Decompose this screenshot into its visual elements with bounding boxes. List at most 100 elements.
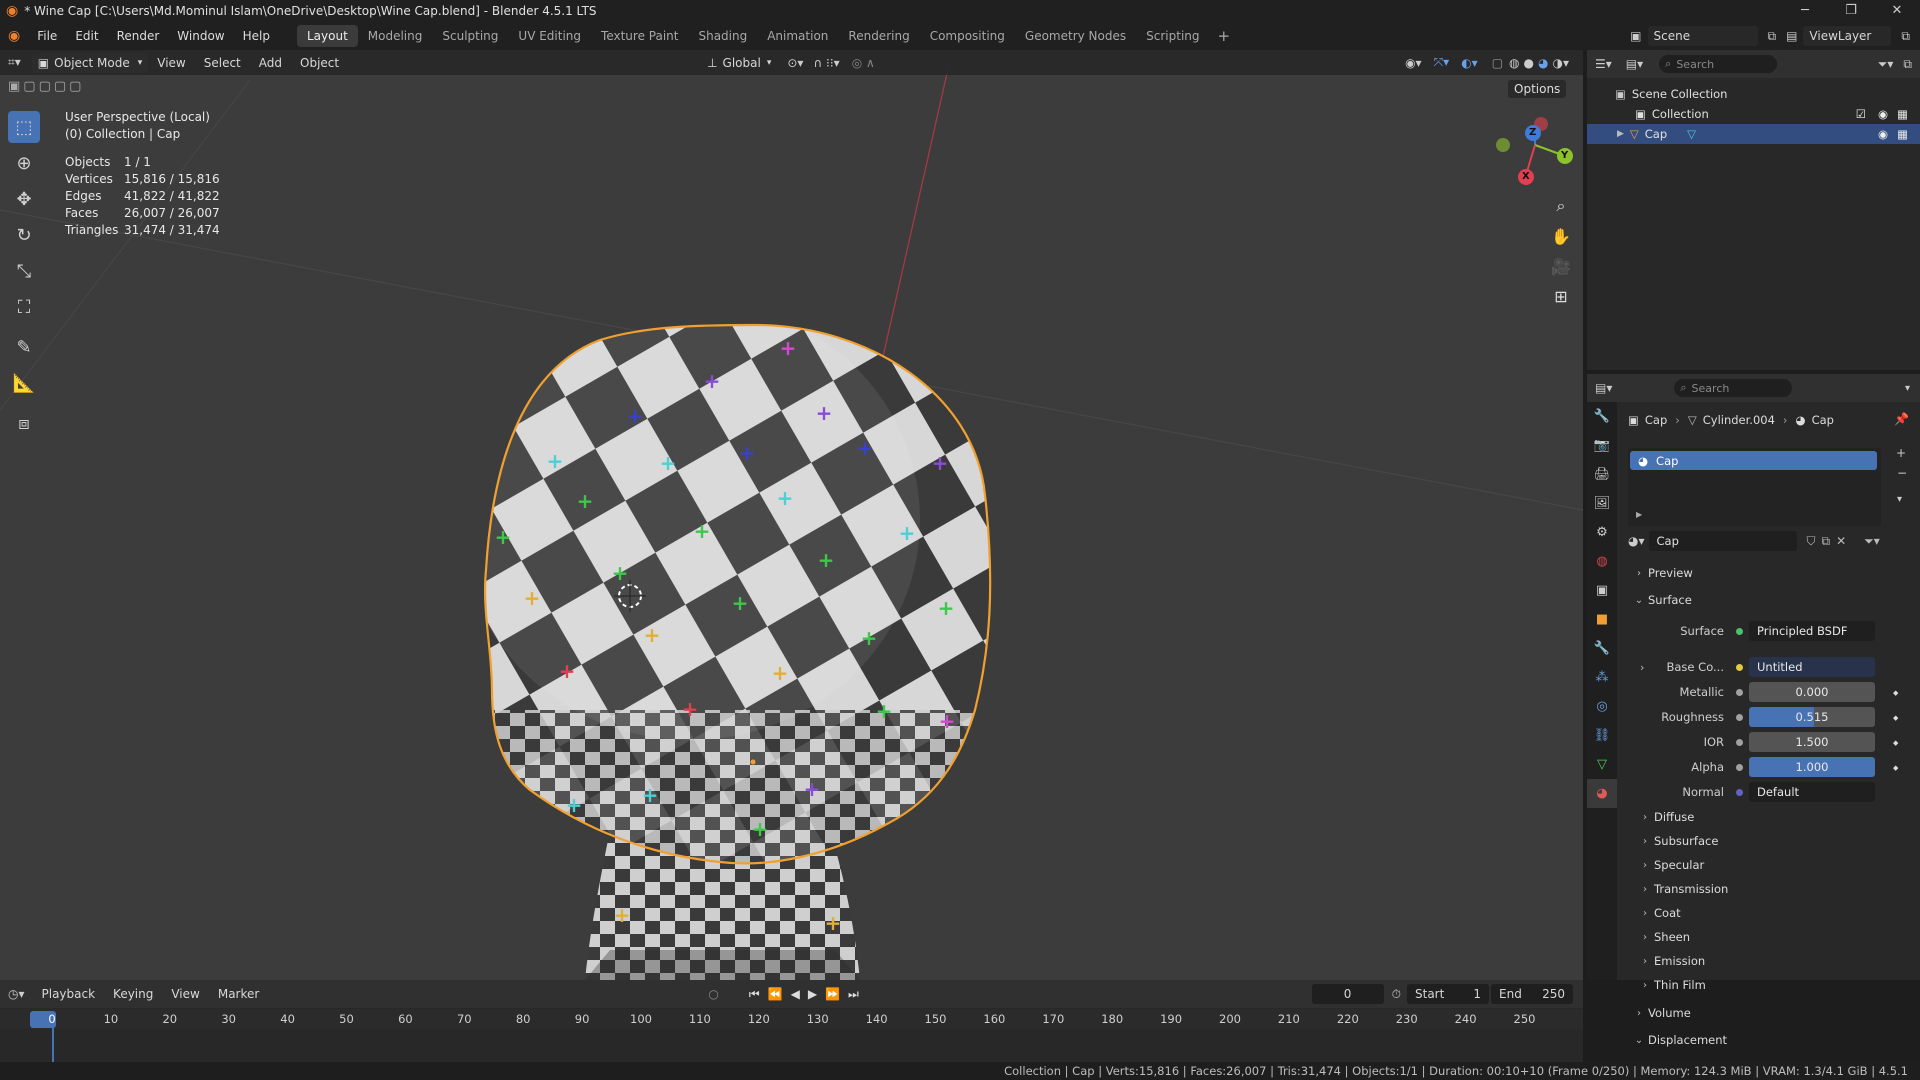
tab-shading[interactable]: Shading bbox=[688, 25, 757, 47]
rendered-shading-icon[interactable]: ◑▾ bbox=[1553, 56, 1570, 70]
viewlayer-icon[interactable]: ▤ bbox=[1786, 29, 1797, 43]
blender-menu-icon[interactable]: ◉ bbox=[0, 28, 28, 44]
tab-compositing[interactable]: Compositing bbox=[920, 25, 1015, 47]
surface-shader-field[interactable]: Principled BSDF bbox=[1749, 621, 1875, 641]
data-tab-icon[interactable]: ▽ bbox=[1587, 750, 1617, 779]
tab-modeling[interactable]: Modeling bbox=[358, 25, 433, 47]
frame-end-field[interactable]: End 250 bbox=[1491, 984, 1573, 1004]
zoom-icon[interactable]: ⌕ bbox=[1546, 192, 1576, 220]
panel-menu-icon[interactable]: ▾ bbox=[1905, 383, 1910, 394]
material-name-field[interactable]: Cap bbox=[1648, 531, 1797, 551]
collection-tab-icon[interactable]: ▣ bbox=[1587, 576, 1617, 605]
mode-selector[interactable]: ▣ Object Mode ▾ bbox=[31, 52, 149, 73]
add-cube-tool[interactable]: ⧈ bbox=[8, 407, 40, 439]
particles-tab-icon[interactable]: ⁂ bbox=[1587, 663, 1617, 692]
material-browse-icon[interactable]: ◕▾ bbox=[1628, 534, 1645, 548]
slot-remove-icon[interactable]: − bbox=[1897, 466, 1907, 480]
scene-icon[interactable]: ▣ bbox=[1630, 29, 1641, 43]
section-specular[interactable]: › Specular bbox=[1636, 854, 1916, 876]
snap-icon[interactable]: ∩ ⁝⁝▾ bbox=[813, 56, 839, 70]
modifier-tab-icon[interactable]: 🔧 bbox=[1587, 634, 1617, 663]
pin-icon[interactable]: 📌 bbox=[1894, 412, 1909, 426]
tab-layout[interactable]: Layout bbox=[296, 25, 358, 47]
scale-tool[interactable]: ⤡ bbox=[8, 255, 40, 287]
overlay-toggle-icon[interactable]: ◐▾ bbox=[1461, 56, 1478, 70]
timeline-editor-icon[interactable]: ◷▾ bbox=[0, 987, 33, 1001]
transform-tool[interactable]: ⛶ bbox=[8, 291, 40, 323]
menu-add[interactable]: Add bbox=[250, 56, 291, 70]
tab-uv-editing[interactable]: UV Editing bbox=[508, 25, 591, 47]
fake-user-icon[interactable]: ⛉ bbox=[1807, 534, 1816, 549]
gizmo-y-label[interactable]: Y bbox=[1561, 150, 1568, 161]
3d-viewport[interactable]: + + + + + + + + + + + + + + + + + + + + … bbox=[0, 50, 1583, 980]
section-coat[interactable]: › Coat bbox=[1636, 902, 1916, 924]
outliner-scene-collection[interactable]: ▣ Scene Collection bbox=[1587, 84, 1920, 104]
tab-rendering[interactable]: Rendering bbox=[838, 25, 919, 47]
gizmo-z-label[interactable]: Z bbox=[1529, 127, 1536, 138]
camera-view-icon[interactable]: 🎥 bbox=[1546, 252, 1576, 280]
keyframe-dot-icon[interactable]: ◆ bbox=[1893, 764, 1898, 772]
ortho-toggle-icon[interactable]: ⊞ bbox=[1546, 282, 1576, 310]
metallic-slider[interactable]: 0.000 bbox=[1749, 682, 1875, 702]
section-emission[interactable]: › Emission bbox=[1636, 950, 1916, 972]
menu-timeline-view[interactable]: View bbox=[162, 987, 208, 1001]
play-reverse-icon[interactable]: ◀ bbox=[791, 987, 800, 1001]
link-type-icon[interactable]: ⏷▾ bbox=[1864, 534, 1880, 549]
maximize-button[interactable]: ❐ bbox=[1828, 0, 1874, 22]
solid-shading-icon[interactable]: ● bbox=[1524, 56, 1534, 70]
properties-search[interactable]: ⌕ Search bbox=[1674, 379, 1793, 397]
pan-hand-icon[interactable]: ✋ bbox=[1546, 222, 1576, 250]
outliner-editor-icon[interactable]: ☰▾ bbox=[1587, 57, 1620, 71]
move-tool[interactable]: ✥ bbox=[8, 183, 40, 215]
viewport-canvas[interactable]: + + + + + + + + + + + + + + + + + + + + … bbox=[0, 50, 1583, 980]
section-thin-film[interactable]: › Thin Film bbox=[1636, 974, 1916, 996]
tab-texture-paint[interactable]: Texture Paint bbox=[591, 25, 688, 47]
cursor-tool[interactable]: ⊕ bbox=[8, 147, 40, 179]
gizmo-x-label[interactable]: X bbox=[1522, 171, 1530, 182]
options-button[interactable]: Options bbox=[1508, 80, 1567, 98]
editor-type-icon[interactable]: ⌗▾ bbox=[0, 55, 29, 70]
menu-keying[interactable]: Keying bbox=[104, 987, 162, 1001]
tool-tab-icon[interactable]: 🔧 bbox=[1587, 402, 1617, 431]
menu-file[interactable]: File bbox=[28, 22, 66, 50]
world-tab-icon[interactable]: ◍ bbox=[1587, 547, 1617, 576]
current-frame-field[interactable]: 0 bbox=[1311, 984, 1384, 1004]
scene-selector[interactable]: Scene bbox=[1647, 26, 1758, 46]
outliner-search[interactable]: ⌕ Search bbox=[1659, 55, 1778, 73]
collection-visibility-icon[interactable]: ◉ bbox=[1878, 107, 1888, 121]
alpha-slider[interactable]: 1.000 bbox=[1749, 757, 1875, 777]
add-workspace-icon[interactable]: + bbox=[1210, 27, 1239, 45]
object-render-icon[interactable]: ▦ bbox=[1897, 127, 1908, 141]
duplicate-material-icon[interactable]: ⧉ bbox=[1822, 534, 1831, 549]
next-keyframe-icon[interactable]: ⏩ bbox=[825, 987, 840, 1001]
gizmo-toggle-icon[interactable]: ⤧▾ bbox=[1434, 55, 1450, 70]
prev-keyframe-icon[interactable]: ⏪ bbox=[768, 987, 783, 1001]
slot-menu-icon[interactable]: ▾ bbox=[1897, 494, 1902, 505]
section-displacement[interactable]: ⌄ Displacement bbox=[1630, 1029, 1910, 1051]
select-mode-icons[interactable]: ▣▢▢▢▢ bbox=[8, 79, 84, 94]
ior-slider[interactable]: 1.500 bbox=[1749, 732, 1875, 752]
frame-start-field[interactable]: Start 1 bbox=[1407, 984, 1489, 1004]
auto-key-icon[interactable]: ○ bbox=[708, 987, 718, 1001]
normal-field[interactable]: Default bbox=[1749, 782, 1875, 802]
chevron-right-icon[interactable]: › bbox=[1640, 661, 1644, 674]
section-sheen[interactable]: › Sheen bbox=[1636, 926, 1916, 948]
outliner-collection[interactable]: ▣ Collection ☑ ◉ ▦ bbox=[1587, 104, 1920, 124]
minimize-button[interactable]: ─ bbox=[1782, 0, 1828, 22]
material-slot-selected[interactable]: ◕ Cap bbox=[1630, 451, 1877, 470]
new-scene-icon[interactable]: ⧉ bbox=[1768, 29, 1777, 44]
section-volume[interactable]: › Volume bbox=[1630, 1002, 1910, 1024]
object-tab-icon[interactable]: ■ bbox=[1587, 605, 1617, 634]
physics-tab-icon[interactable]: ◎ bbox=[1587, 692, 1617, 721]
jump-end-icon[interactable]: ⏭ bbox=[848, 987, 859, 1002]
viewlayer-selector[interactable]: ViewLayer bbox=[1803, 26, 1892, 46]
close-button[interactable]: ✕ bbox=[1874, 0, 1920, 22]
base-color-field[interactable]: Untitled bbox=[1749, 657, 1875, 677]
object-visibility-icon[interactable]: ◉ bbox=[1878, 127, 1888, 141]
transform-orientation[interactable]: ⊥ Global ▾ bbox=[701, 53, 777, 73]
menu-render[interactable]: Render bbox=[108, 22, 169, 50]
view-layer-tab-icon[interactable]: 🖼 bbox=[1587, 489, 1617, 518]
properties-editor-icon[interactable]: ▤▾ bbox=[1587, 381, 1620, 395]
menu-marker[interactable]: Marker bbox=[209, 987, 268, 1001]
measure-tool[interactable]: 📐 bbox=[8, 367, 40, 399]
